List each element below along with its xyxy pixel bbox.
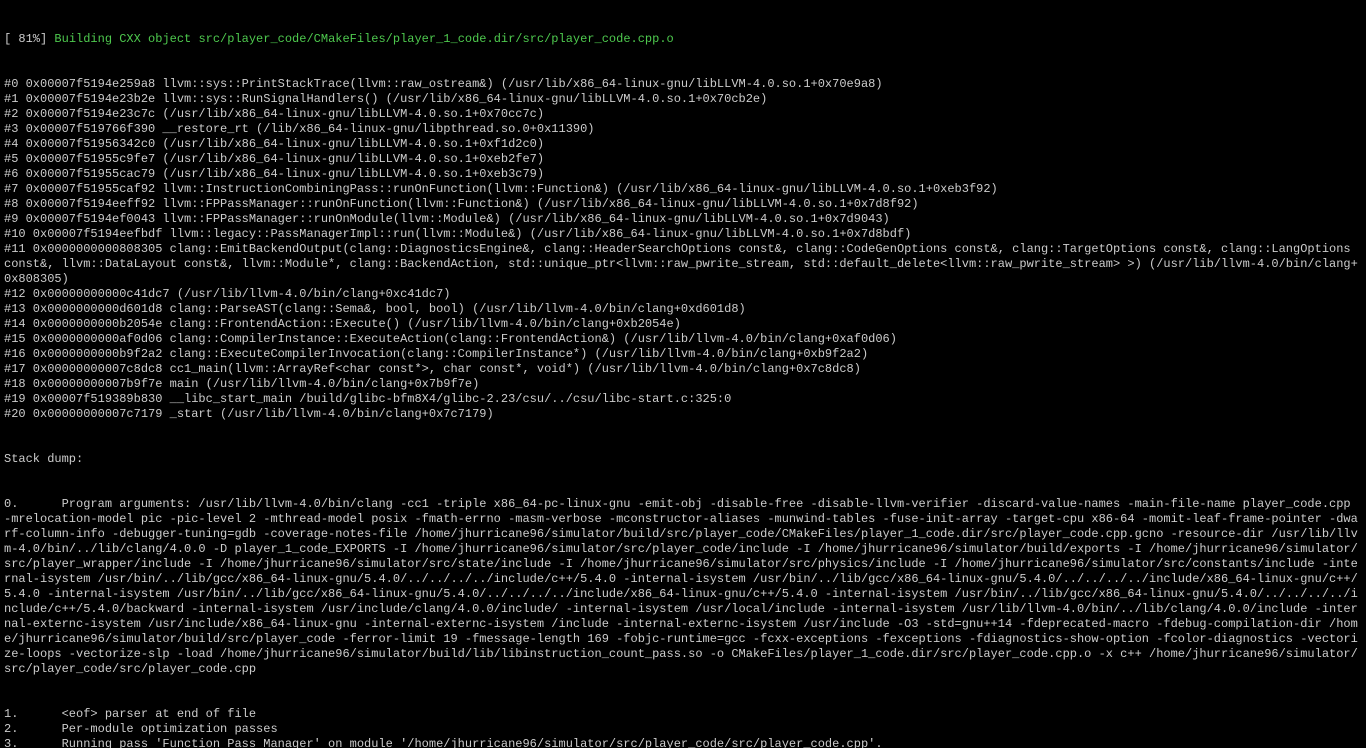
stack-frame: #16 0x0000000000b9f2a2 clang::ExecuteCom… — [4, 347, 1362, 362]
dump-entry: 1. <eof> parser at end of file — [4, 707, 1362, 722]
stack-frame: #5 0x00007f51955c9fe7 (/usr/lib/x86_64-l… — [4, 152, 1362, 167]
dump-entry: 3. Running pass 'Function Pass Manager' … — [4, 737, 1362, 748]
dump-entry: 2. Per-module optimization passes — [4, 722, 1362, 737]
stack-frame: #18 0x00000000007b9f7e main (/usr/lib/ll… — [4, 377, 1362, 392]
stack-frame: #6 0x00007f51955cac79 (/usr/lib/x86_64-l… — [4, 167, 1362, 182]
stack-frame: #2 0x00007f5194e23c7c (/usr/lib/x86_64-l… — [4, 107, 1362, 122]
stack-frame: #15 0x0000000000af0d06 clang::CompilerIn… — [4, 332, 1362, 347]
building-text: Building CXX object src/player_code/CMak… — [54, 32, 673, 46]
build-progress-line: [ 81%] Building CXX object src/player_co… — [4, 32, 1362, 47]
stack-frame: #10 0x00007f5194eefbdf llvm::legacy::Pas… — [4, 227, 1362, 242]
stack-frame: #19 0x00007f519389b830 __libc_start_main… — [4, 392, 1362, 407]
stack-frame: #4 0x00007f51956342c0 (/usr/lib/x86_64-l… — [4, 137, 1362, 152]
stack-frame: #11 0x0000000000808305 clang::EmitBacken… — [4, 242, 1362, 287]
stack-frame: #14 0x0000000000b2054e clang::FrontendAc… — [4, 317, 1362, 332]
stack-trace: #0 0x00007f5194e259a8 llvm::sys::PrintSt… — [4, 77, 1362, 422]
stack-frame: #8 0x00007f5194eeff92 llvm::FPPassManage… — [4, 197, 1362, 212]
stack-frame: #17 0x00000000007c8dc8 cc1_main(llvm::Ar… — [4, 362, 1362, 377]
stack-frame: #13 0x0000000000d601d8 clang::ParseAST(c… — [4, 302, 1362, 317]
program-arguments: 0. Program arguments: /usr/lib/llvm-4.0/… — [4, 497, 1362, 677]
stack-dump-label: Stack dump: — [4, 452, 1362, 467]
stack-frame: #0 0x00007f5194e259a8 llvm::sys::PrintSt… — [4, 77, 1362, 92]
stack-frame: #9 0x00007f5194ef0043 llvm::FPPassManage… — [4, 212, 1362, 227]
stack-frame: #1 0x00007f5194e23b2e llvm::sys::RunSign… — [4, 92, 1362, 107]
stack-dump-entries: 1. <eof> parser at end of file2. Per-mod… — [4, 707, 1362, 748]
stack-frame: #20 0x00000000007c7179 _start (/usr/lib/… — [4, 407, 1362, 422]
progress-percent: [ 81%] — [4, 32, 54, 46]
stack-frame: #12 0x00000000000c41dc7 (/usr/lib/llvm-4… — [4, 287, 1362, 302]
terminal-output: [ 81%] Building CXX object src/player_co… — [0, 0, 1366, 748]
stack-frame: #7 0x00007f51955caf92 llvm::InstructionC… — [4, 182, 1362, 197]
stack-frame: #3 0x00007f519766f390 __restore_rt (/lib… — [4, 122, 1362, 137]
